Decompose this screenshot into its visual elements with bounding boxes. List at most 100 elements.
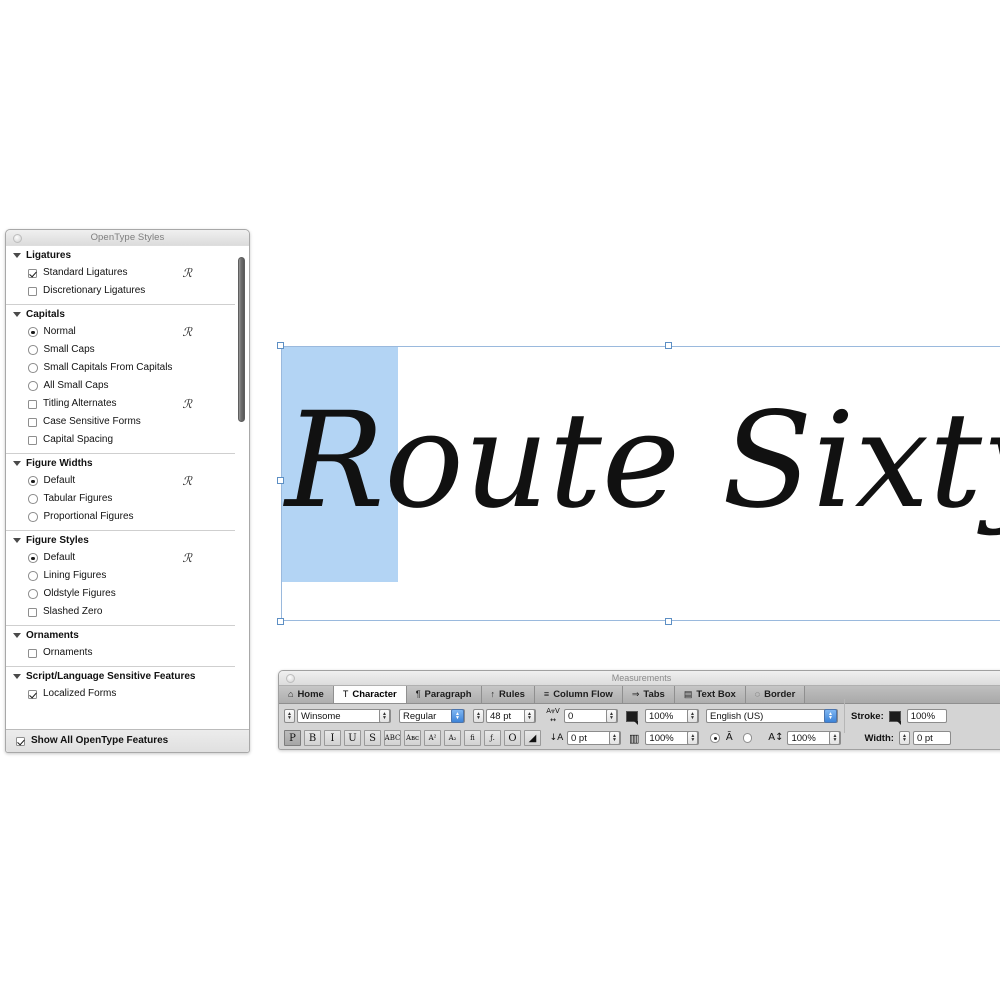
italic-style-button[interactable]: I	[324, 730, 341, 746]
opentype-group-header[interactable]: Ornaments	[6, 629, 235, 644]
stroke-value-field[interactable]: 100%	[906, 709, 947, 723]
opentype-group-header[interactable]: Figure Widths	[6, 457, 235, 472]
font-family-popup-arrows[interactable]: ▲ ▼	[379, 709, 390, 723]
opentype-panel-titlebar[interactable]: OpenType Styles	[6, 230, 249, 246]
opentype-feature-checkbox[interactable]	[28, 399, 37, 409]
shadow-style-button[interactable]: ◢	[524, 730, 541, 746]
disclosure-triangle-icon[interactable]	[13, 253, 21, 258]
opentype-feature-row[interactable]: Standard Ligatures ℛ	[6, 264, 235, 282]
opentype-feature-row[interactable]: Ornaments	[6, 644, 235, 662]
stroke-color-swatch[interactable]	[888, 710, 901, 725]
opentype-feature-row[interactable]: Default ℛ	[6, 472, 235, 490]
font-family-field[interactable]: Winsome	[297, 709, 391, 723]
swash-glyph-icon[interactable]: ℛ	[182, 397, 192, 411]
opentype-feature-row[interactable]: Case Sensitive Forms	[6, 413, 235, 431]
opentype-feature-radio[interactable]	[28, 553, 38, 563]
measurements-titlebar[interactable]: Measurements	[279, 671, 1000, 686]
outline-style-button[interactable]: O	[504, 730, 521, 746]
superscript-style-button[interactable]: A²	[424, 730, 441, 746]
opentype-feature-row[interactable]: Capital Spacing	[6, 431, 235, 449]
opentype-group-header[interactable]: Script/Language Sensitive Features	[6, 670, 235, 685]
opentype-feature-checkbox[interactable]	[28, 689, 37, 699]
opentype-group-header[interactable]: Ligatures	[6, 249, 235, 264]
opentype-feature-radio[interactable]	[28, 345, 38, 355]
selection-handle-middle-left[interactable]	[277, 477, 284, 484]
underline-style-button[interactable]: U	[344, 730, 361, 746]
tab-character[interactable]: T Character	[333, 686, 407, 703]
swash-glyph-icon[interactable]: ℛ	[182, 325, 192, 339]
opentype-feature-radio[interactable]	[28, 381, 38, 391]
opentype-feature-checkbox[interactable]	[28, 607, 37, 617]
opentype-feature-checkbox[interactable]	[28, 268, 37, 278]
opentype-feature-radio[interactable]	[28, 363, 38, 373]
selection-handle-top-left[interactable]	[277, 342, 284, 349]
horizontal-scale-stepper[interactable]: ▲ ▼	[687, 709, 698, 723]
opentype-feature-radio[interactable]	[28, 589, 38, 599]
language-field[interactable]: English (US)	[706, 709, 838, 723]
font-style-popup-button[interactable]: ▲ ▼	[451, 709, 464, 723]
show-all-opentype-features-row[interactable]: Show All OpenType Features	[6, 729, 249, 752]
opentype-feature-row[interactable]: Default ℛ	[6, 549, 235, 567]
opentype-feature-row[interactable]: Lining Figures	[6, 567, 235, 585]
opentype-group-header[interactable]: Figure Styles	[6, 534, 235, 549]
opentype-feature-row[interactable]: Small Capitals From Capitals	[6, 359, 235, 377]
superior-style-button[interactable]: ƒ.	[484, 730, 501, 746]
language-popup-button[interactable]: ▲ ▼	[824, 709, 837, 723]
disclosure-triangle-icon[interactable]	[13, 633, 21, 638]
ligature-style-button[interactable]: fi	[464, 730, 481, 746]
opentype-feature-checkbox[interactable]	[28, 286, 37, 296]
opentype-scrollbar-thumb[interactable]	[237, 257, 245, 422]
tab-text-box[interactable]: ▤ Text Box	[674, 686, 746, 703]
measurements-close-icon[interactable]	[286, 673, 295, 683]
opentype-feature-radio[interactable]	[28, 327, 38, 337]
opentype-feature-checkbox[interactable]	[28, 417, 37, 427]
opentype-feature-radio[interactable]	[28, 512, 38, 522]
border-width-field[interactable]: 0 pt	[912, 731, 951, 745]
opentype-feature-row[interactable]: Small Caps	[6, 341, 235, 359]
baseline-shift-stepper[interactable]: ▲ ▼	[609, 731, 620, 745]
opentype-feature-radio[interactable]	[28, 494, 38, 504]
tab-column-flow[interactable]: ≡ Column Flow	[534, 686, 623, 703]
selection-handle-top-center[interactable]	[665, 342, 672, 349]
opentype-group-header[interactable]: Capitals	[6, 308, 235, 323]
disclosure-triangle-icon[interactable]	[13, 461, 21, 466]
opentype-scrollbar-track[interactable]	[237, 249, 247, 727]
opentype-feature-row[interactable]: Titling Alternates ℛ	[6, 395, 235, 413]
opentype-feature-radio[interactable]	[28, 476, 38, 486]
font-size-popup-arrows[interactable]: ▲ ▼	[524, 709, 535, 723]
selection-handle-bottom-left[interactable]	[277, 618, 284, 625]
opentype-feature-radio[interactable]	[28, 571, 38, 581]
opentype-feature-checkbox[interactable]	[28, 648, 37, 658]
swash-glyph-icon[interactable]: ℛ	[182, 266, 192, 280]
opentype-feature-row[interactable]: All Small Caps	[6, 377, 235, 395]
tab-rules[interactable]: ↑ Rules	[481, 686, 535, 703]
text-color-swatch[interactable]	[626, 710, 638, 725]
font-size-stepper[interactable]: ▲ ▼	[473, 709, 484, 723]
small-caps-style-button[interactable]: Aʙᴄ	[404, 730, 421, 746]
strikethrough-style-button[interactable]: S	[364, 730, 381, 746]
text-align-vertical-option[interactable]: Ā	[710, 733, 733, 743]
all-caps-style-button[interactable]: ABC	[384, 730, 401, 746]
tab-paragraph[interactable]: ¶ Paragraph	[406, 686, 482, 703]
border-width-stepper[interactable]: ▲ ▼	[898, 731, 910, 745]
swash-glyph-icon[interactable]: ℛ	[182, 551, 192, 565]
opentype-feature-row[interactable]: Localized Forms	[6, 685, 235, 703]
text-object-canvas[interactable]: Route Sixty Six	[277, 342, 1000, 625]
opentype-feature-checkbox[interactable]	[28, 435, 37, 445]
disclosure-triangle-icon[interactable]	[13, 312, 21, 317]
subscript-style-button[interactable]: A₂	[444, 730, 461, 746]
tab-tabs[interactable]: ⇒ Tabs	[622, 686, 675, 703]
text-align-alternate-radio[interactable]	[742, 733, 753, 743]
tracking-stepper[interactable]: ▲ ▼	[606, 709, 617, 723]
type-scale-stepper[interactable]: ▲ ▼	[829, 731, 841, 745]
bold-style-button[interactable]: B	[304, 730, 321, 746]
opentype-feature-row[interactable]: Tabular Figures	[6, 490, 235, 508]
close-icon[interactable]	[13, 233, 22, 243]
opentype-feature-row[interactable]: Oldstyle Figures	[6, 585, 235, 603]
swash-glyph-icon[interactable]: ℛ	[182, 474, 192, 488]
opentype-feature-row[interactable]: Normal ℛ	[6, 323, 235, 341]
text-align-vertical-radio[interactable]	[710, 733, 720, 743]
selection-handle-bottom-center[interactable]	[665, 618, 672, 625]
plain-style-button[interactable]: P	[284, 730, 301, 746]
disclosure-triangle-icon[interactable]	[13, 538, 21, 543]
